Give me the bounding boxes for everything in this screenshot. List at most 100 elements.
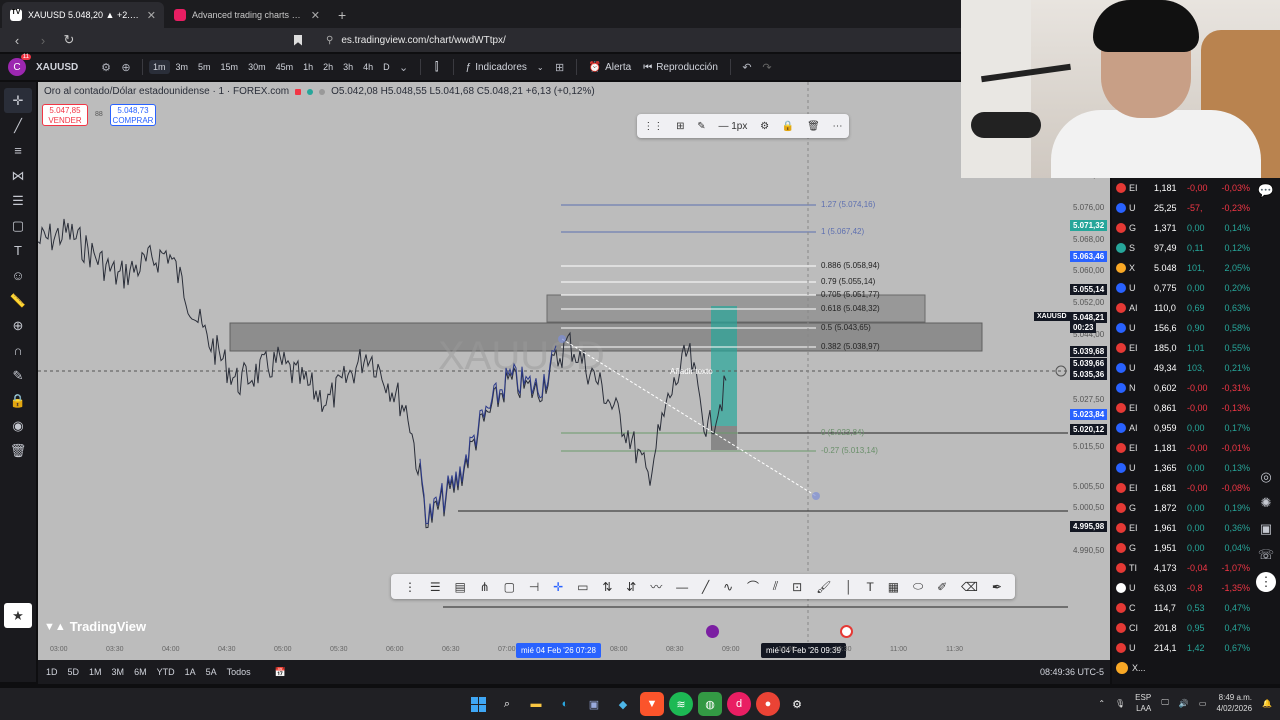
watchlist-row[interactable]: S 97,49 0,11 0,12% xyxy=(1112,238,1252,258)
stay-drawing-icon[interactable]: ✎ xyxy=(4,363,32,388)
timeframe-D[interactable]: D xyxy=(379,60,394,74)
notifications-icon[interactable]: ☏ xyxy=(1254,542,1278,568)
lock-icon[interactable]: 🔒 xyxy=(782,121,794,132)
timeframe-5m[interactable]: 5m xyxy=(194,60,215,74)
range-todos[interactable]: Todos xyxy=(227,667,251,677)
calendar-icon[interactable]: ▣ xyxy=(1254,516,1278,542)
trend-line-icon[interactable]: ╱ xyxy=(4,113,32,138)
text-icon[interactable]: T xyxy=(867,580,874,594)
horizontal-ray-icon[interactable]: ⊣ xyxy=(529,580,539,594)
trash-icon[interactable]: 🗑 xyxy=(807,121,820,132)
flag-event-icon[interactable] xyxy=(840,625,853,638)
range-1m[interactable]: 1M xyxy=(89,667,102,677)
brave-icon[interactable]: ▼ xyxy=(640,692,664,716)
site-info-icon[interactable]: ⚲ xyxy=(326,35,333,46)
range-1a[interactable]: 1A xyxy=(185,667,196,677)
timeframe-15m[interactable]: 15m xyxy=(217,60,243,74)
forecast-icon[interactable]: ☰ xyxy=(4,188,32,213)
store-icon[interactable]: ▣ xyxy=(582,692,606,716)
zoom-icon[interactable]: ⊕ xyxy=(4,313,32,338)
battery-icon[interactable]: ▭ xyxy=(1199,699,1207,708)
brush-icon[interactable]: 🖌 xyxy=(816,580,831,594)
timeframe-3m[interactable]: 3m xyxy=(172,60,193,74)
chrome-icon[interactable]: ● xyxy=(756,692,780,716)
watchlist-row[interactable]: U 1,365 0,00 0,13% xyxy=(1112,458,1252,478)
timeframe-30m[interactable]: 30m xyxy=(244,60,270,74)
browser-tab-xauusd[interactable]: TV XAUUSD 5.048,20 ▲ +2.07% de ✕ xyxy=(2,2,164,28)
undo-icon[interactable]: ↶ xyxy=(737,61,757,74)
forward-icon[interactable]: › xyxy=(32,29,54,51)
compare-icon[interactable]: ⚙ xyxy=(96,61,116,74)
line-width-button[interactable]: — 1px xyxy=(718,121,747,132)
price-candles[interactable] xyxy=(38,218,727,529)
short-position-icon[interactable]: ⇵ xyxy=(626,580,636,594)
display-icon[interactable]: 🖵 xyxy=(1161,698,1169,708)
url-field[interactable]: ⚲ es.tradingview.com/chart/wwdWTtpx/ xyxy=(294,34,506,46)
redo-icon[interactable]: ↷ xyxy=(757,61,777,74)
time-axis[interactable]: mié 04 Feb '26 07:28 mié 04 Feb '26 09:3… xyxy=(38,642,1110,660)
timeframe-45m[interactable]: 45m xyxy=(272,60,298,74)
volume-icon[interactable]: 🔊 xyxy=(1179,699,1189,708)
trash-icon[interactable]: 🗑 xyxy=(4,438,32,463)
fib-lines[interactable] xyxy=(561,204,816,452)
calendar-icon[interactable]: 📅 xyxy=(275,667,286,678)
path-icon[interactable]: 〰 xyxy=(650,578,662,595)
brush-pro-icon[interactable]: ✒ xyxy=(992,580,1002,594)
pattern-icon[interactable]: ⋈ xyxy=(4,163,32,188)
fib-retracement-icon[interactable]: ≡ xyxy=(4,138,32,163)
mic-icon[interactable]: 🎙 xyxy=(1115,699,1125,708)
taskbar-clock[interactable]: 8:49 a.m. 4/02/2026 xyxy=(1216,692,1252,714)
settings-icon[interactable]: ⚙ xyxy=(760,121,769,132)
symbol-description[interactable]: Oro al contado/Dólar estadounidense · 1 … xyxy=(44,86,289,97)
fib-trend-line[interactable] xyxy=(561,338,817,497)
watchlist-row[interactable]: U 156,6 0,90 0,58% xyxy=(1112,318,1252,338)
fib-retracement-icon[interactable]: ☰ xyxy=(430,580,441,594)
target-icon[interactable]: ◎ xyxy=(1254,464,1278,490)
range-ytd[interactable]: YTD xyxy=(157,667,175,677)
price-range-icon[interactable]: ⊡ xyxy=(792,580,802,594)
vertical-line-icon[interactable]: │ xyxy=(845,580,853,594)
steam-icon[interactable]: ⚙ xyxy=(785,692,809,716)
callout-icon[interactable]: ▭ xyxy=(577,580,588,594)
browser-tab-tradingview[interactable]: Advanced trading charts & tools | Tra ✕ xyxy=(166,2,328,28)
close-tab-icon[interactable]: ✕ xyxy=(147,9,156,22)
edge-icon[interactable]: ◐ xyxy=(553,692,577,716)
drag-handle-icon[interactable]: ⋮⋮ xyxy=(643,121,663,132)
crosshair-icon[interactable]: ✛ xyxy=(553,580,563,594)
icons-icon[interactable]: ☺ xyxy=(4,263,32,288)
bulb-icon[interactable]: ✺ xyxy=(1254,490,1278,516)
notification-bell-icon[interactable]: 🔔 xyxy=(1262,699,1272,708)
back-icon[interactable]: ‹ xyxy=(6,29,28,51)
indicators-button[interactable]: ƒ Indicadores ⌄ xyxy=(460,62,550,73)
watchlist-row[interactable]: EI 185,0 1,01 0,55% xyxy=(1112,338,1252,358)
table-icon[interactable]: ▦ xyxy=(888,580,899,594)
fib-channel-icon[interactable]: ▤ xyxy=(454,580,465,594)
language-indicator[interactable]: ESP LAA xyxy=(1135,692,1151,714)
timeframe-4h[interactable]: 4h xyxy=(359,60,377,74)
rectangle-icon[interactable]: ▢ xyxy=(504,580,515,594)
file-explorer-icon[interactable]: ▬ xyxy=(524,692,548,716)
search-icon[interactable]: ⌕ xyxy=(495,692,519,716)
watchlist-row[interactable]: EI 0,861 -0,00 -0,13% xyxy=(1112,398,1252,418)
watchlist-row[interactable]: U 0,775 0,00 0,20% xyxy=(1112,278,1252,298)
timeframe-3h[interactable]: 3h xyxy=(339,60,357,74)
new-tab-icon[interactable]: + xyxy=(328,2,356,28)
sell-button[interactable]: 5.047,85 VENDER xyxy=(42,104,88,126)
ellipse-icon[interactable]: ⬭ xyxy=(913,579,923,594)
horizontal-line-icon[interactable]: — xyxy=(676,580,688,594)
apps-icon[interactable]: ⋮ xyxy=(1256,572,1276,592)
watchlist-row[interactable]: EI 1,961 0,00 0,36% xyxy=(1112,518,1252,538)
chevron-up-icon[interactable]: ⌃ xyxy=(1098,699,1105,708)
watchlist-row[interactable]: AI 110,0 0,69 0,63% xyxy=(1112,298,1252,318)
lock-icon[interactable]: 🔒 xyxy=(4,388,32,413)
long-position-profit-zone[interactable] xyxy=(711,306,737,426)
chart-clock[interactable]: 08:49:36 UTC-5 xyxy=(1040,667,1104,677)
magnet-icon[interactable]: ∩ xyxy=(4,338,32,363)
windows-app-icon[interactable]: ◆ xyxy=(611,692,635,716)
long-position-icon[interactable]: ⇅ xyxy=(602,580,612,594)
drag-handle-icon[interactable]: ⋮ xyxy=(404,580,416,594)
watchlist-row[interactable]: G 1,951 0,00 0,04% xyxy=(1112,538,1252,558)
arc-icon[interactable]: ⌒ xyxy=(747,578,759,595)
eraser-icon[interactable]: ⌫ xyxy=(961,580,978,594)
watchlist-row[interactable]: U 63,03 -0,8 -1,35% xyxy=(1112,578,1252,598)
